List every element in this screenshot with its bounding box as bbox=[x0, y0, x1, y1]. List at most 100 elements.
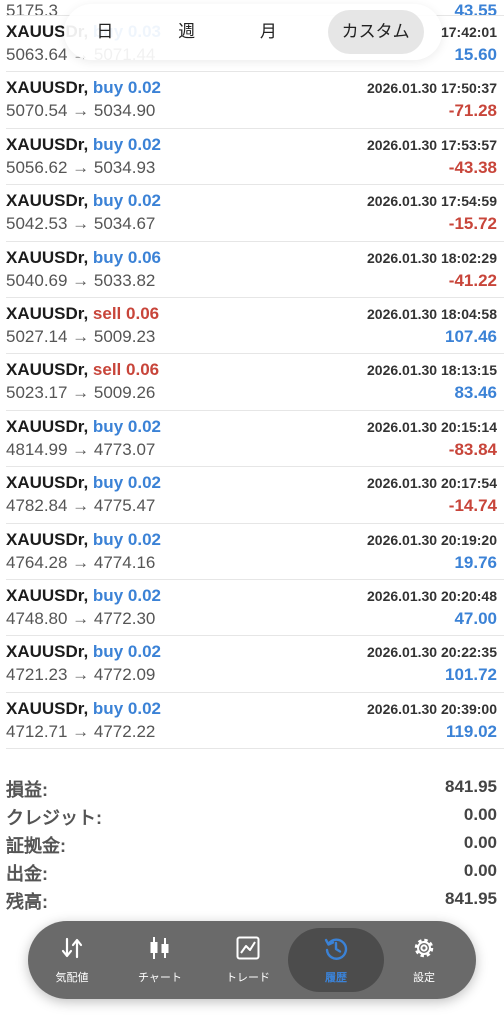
trade-row[interactable]: XAUUSDr, buy 0.02 2026.01.30 17:53:57 5056… bbox=[0, 129, 504, 186]
trade-profit: -43.38 bbox=[448, 157, 497, 177]
trade-title: XAUUSDr, buy 0.02 bbox=[6, 699, 161, 719]
trade-title: XAUUSDr, sell 0.06 bbox=[6, 304, 159, 324]
nav-label: 気配値 bbox=[55, 972, 89, 984]
nav-history[interactable]: 履歴 bbox=[288, 921, 384, 999]
trade-symbol: XAUUSDr, bbox=[6, 134, 89, 154]
trade-volume: 0.02 bbox=[127, 585, 161, 605]
nav-settings[interactable]: 設定 bbox=[380, 921, 468, 999]
trades-container: XAUUSDr, buy 0.0317:42:015063.64 → 5071.… bbox=[0, 16, 504, 750]
nav-quotes[interactable]: 気配値 bbox=[28, 921, 116, 999]
trade-volume: 0.02 bbox=[127, 642, 161, 662]
trade-time: 2026.01.30 17:50:37 bbox=[367, 80, 497, 97]
nav-label: 履歴 bbox=[325, 972, 347, 984]
trade-volume: 0.06 bbox=[126, 360, 160, 380]
trade-title: XAUUSDr, buy 0.02 bbox=[6, 78, 161, 98]
trade-time: 17:42:01 bbox=[440, 24, 497, 40]
trade-title: XAUUSDr, sell 0.06 bbox=[6, 360, 159, 380]
summary-margin-row: 証拠金: 0.00 bbox=[0, 830, 504, 858]
tab-month[interactable]: 月 bbox=[246, 10, 291, 54]
trade-side: buy bbox=[92, 191, 124, 211]
trade-time: 2026.01.30 20:19:20 bbox=[367, 531, 497, 548]
trade-time: 2026.01.30 20:17:54 bbox=[367, 475, 497, 492]
trade-row[interactable]: XAUUSDr, buy 0.06 2026.01.30 18:02:29 5040… bbox=[0, 242, 504, 298]
trade-prices: 4748.80 → 4772.30 bbox=[6, 608, 156, 628]
summary-value: 841.95 bbox=[445, 889, 497, 908]
trade-row[interactable]: XAUUSDr, buy 0.02 2026.01.30 20:20:48 4748… bbox=[0, 580, 504, 637]
nav-trade[interactable]: トレード bbox=[204, 921, 292, 999]
trade-row[interactable]: XAUUSDr, buy 0.02 2026.01.30 20:17:54 4782… bbox=[0, 467, 504, 524]
nav-label: 設定 bbox=[413, 972, 435, 984]
trade-title: XAUUSDr, buy 0.02 bbox=[6, 417, 161, 437]
summary-label: 損益: bbox=[6, 780, 48, 800]
trade-prices: 4782.84 → 4775.47 bbox=[6, 496, 156, 516]
trade-profit: 47.00 bbox=[454, 608, 497, 628]
trade-time: 2026.01.30 17:54:59 bbox=[367, 193, 497, 210]
trade-title: XAUUSDr, buy 0.02 bbox=[6, 473, 161, 493]
trade-time: 2026.01.30 20:22:35 bbox=[367, 644, 497, 661]
trade-time: 2026.01.30 20:39:00 bbox=[367, 700, 497, 717]
trade-prices: 5070.54 → 5034.90 bbox=[6, 101, 156, 121]
trade-symbol: XAUUSDr, bbox=[6, 303, 89, 323]
trade-row[interactable]: XAUUSDr, buy 0.02 2026.01.30 20:39:00 4712… bbox=[0, 693, 504, 750]
summary-value: 841.95 bbox=[445, 777, 497, 796]
trade-symbol: XAUUSDr, bbox=[6, 191, 89, 211]
tab-custom[interactable]: カスタム bbox=[327, 10, 424, 54]
summary-label: 証拠金: bbox=[6, 836, 66, 856]
trade-row[interactable]: XAUUSDr, buy 0.02 2026.01.30 20:19:20 4764… bbox=[0, 524, 504, 580]
summary-value: 0.00 bbox=[463, 861, 497, 880]
trade-row[interactable]: XAUUSDr, buy 0.02 2026.01.30 20:15:14 4814… bbox=[0, 411, 504, 468]
trade-profit: -15.72 bbox=[448, 214, 497, 234]
trade-side: buy bbox=[92, 134, 124, 154]
trade-symbol: XAUUSDr, bbox=[6, 642, 89, 662]
trade-time: 2026.01.30 18:13:15 bbox=[367, 362, 497, 379]
nav-chart[interactable]: チャート bbox=[116, 921, 204, 999]
trade-row[interactable]: XAUUSDr, sell 0.06 2026.01.30 18:13:15 502… bbox=[0, 354, 504, 411]
summary-value: 0.00 bbox=[463, 833, 497, 852]
trade-time: 2026.01.30 18:04:58 bbox=[367, 305, 497, 322]
trade-prices: 4814.99 → 4773.07 bbox=[6, 439, 156, 459]
trade-profit: -41.22 bbox=[448, 270, 497, 290]
trade-volume: 0.02 bbox=[127, 529, 161, 549]
trade-profit: 83.46 bbox=[454, 383, 497, 403]
trade-row[interactable]: XAUUSDr, buy 0.02 2026.01.30 17:54:59 5042… bbox=[0, 185, 504, 242]
trade-prices: 5023.17 → 5009.26 bbox=[6, 383, 156, 403]
trade-time: 2026.01.30 20:15:14 bbox=[367, 418, 497, 435]
trade-side: buy bbox=[92, 247, 124, 267]
nav-label: チャート bbox=[138, 972, 182, 984]
trade-title: XAUUSDr, buy 0.02 bbox=[6, 530, 161, 550]
trade-side: buy bbox=[92, 529, 124, 549]
trade-title: XAUUSDr, buy 0.02 bbox=[6, 191, 161, 211]
summary-balance-row: 残高: 841.95 bbox=[0, 886, 504, 914]
bottom-navigation: 気配値 チャート トレード 履歴 設定 bbox=[28, 921, 476, 999]
trade-row[interactable]: XAUUSDr, buy 0.02 2026.01.30 20:22:35 4721… bbox=[0, 636, 504, 693]
trade-prices: 5027.14 → 5009.23 bbox=[6, 326, 156, 346]
trade-title: XAUUSDr, buy 0.02 bbox=[6, 586, 161, 606]
trade-profit: 15.60 bbox=[454, 45, 497, 64]
trade-time: 2026.01.30 20:20:48 bbox=[367, 587, 497, 604]
trade-symbol: XAUUSDr, bbox=[6, 78, 89, 98]
trade-symbol: XAUUSDr, bbox=[6, 529, 89, 549]
summary-withdrawal-row: 出金: 0.00 bbox=[0, 858, 504, 886]
trade-side: sell bbox=[92, 303, 122, 323]
tab-day[interactable]: 日 bbox=[82, 10, 127, 54]
trade-volume: 0.02 bbox=[127, 698, 161, 718]
summary-credit-row: クレジット: 0.00 bbox=[0, 802, 504, 830]
trade-profit: -14.74 bbox=[448, 496, 497, 516]
trade-profit: 107.46 bbox=[445, 326, 497, 346]
gear-icon bbox=[414, 938, 434, 958]
summary-label: 残高: bbox=[6, 892, 48, 912]
trade-time: 2026.01.30 17:53:57 bbox=[367, 136, 497, 153]
period-selector: 日 週 月 カスタム bbox=[64, 4, 442, 60]
history-clock-icon bbox=[324, 938, 348, 960]
trade-row[interactable]: XAUUSDr, buy 0.02 2026.01.30 17:50:37 5070… bbox=[0, 72, 504, 129]
trade-symbol: XAUUSDr, bbox=[6, 360, 89, 380]
trade-profit: 101.72 bbox=[445, 665, 497, 685]
trade-title: XAUUSDr, buy 0.02 bbox=[6, 135, 161, 155]
trade-symbol: XAUUSDr, bbox=[6, 585, 89, 605]
trade-symbol: XAUUSDr, bbox=[6, 247, 89, 267]
tab-week[interactable]: 週 bbox=[164, 10, 209, 54]
nav-label: トレード bbox=[226, 972, 270, 984]
trade-volume: 0.02 bbox=[127, 416, 161, 436]
trade-prices: 5040.69 → 5033.82 bbox=[6, 270, 156, 290]
trade-row[interactable]: XAUUSDr, sell 0.06 2026.01.30 18:04:58 502… bbox=[0, 298, 504, 355]
